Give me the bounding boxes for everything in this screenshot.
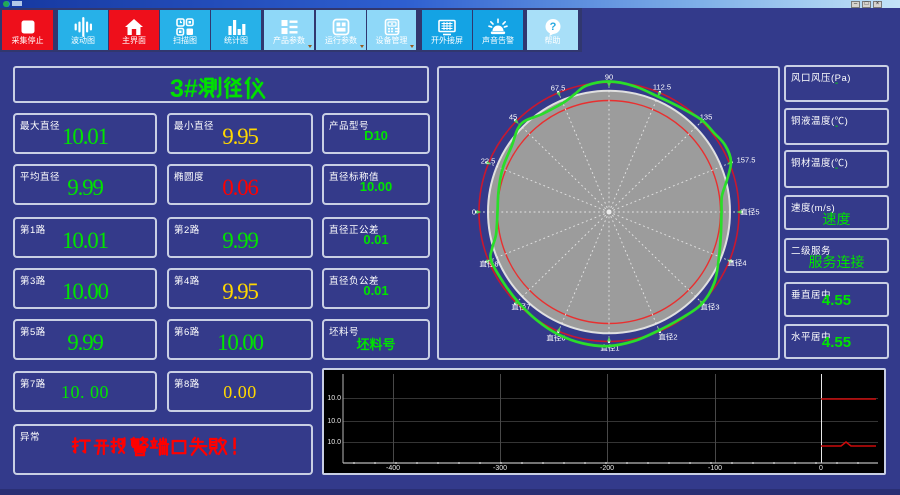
svg-text:10.0: 10.0 (327, 395, 341, 402)
svg-text:45: 45 (509, 113, 517, 122)
svg-text:10.0: 10.0 (327, 418, 341, 425)
svg-text:直径8: 直径8 (479, 259, 498, 269)
svg-text:0: 0 (472, 208, 476, 217)
svg-text:112.5: 112.5 (653, 83, 671, 92)
svg-text:直径2: 直径2 (658, 332, 677, 342)
svg-text:-400: -400 (386, 465, 400, 472)
svg-text:0: 0 (819, 465, 823, 472)
svg-text:10.0: 10.0 (327, 439, 341, 446)
svg-text:-300: -300 (493, 465, 507, 472)
svg-text:22.5: 22.5 (481, 157, 496, 166)
svg-text:67.5: 67.5 (551, 84, 566, 93)
svg-text:?: ? (549, 21, 556, 33)
svg-text:直径4: 直径4 (727, 258, 746, 268)
svg-text:-200: -200 (600, 465, 614, 472)
svg-text:直径5: 直径5 (740, 207, 759, 217)
svg-text:-100: -100 (708, 465, 722, 472)
svg-text:157.5: 157.5 (737, 156, 756, 165)
svg-text:3#: 3# (170, 75, 198, 101)
